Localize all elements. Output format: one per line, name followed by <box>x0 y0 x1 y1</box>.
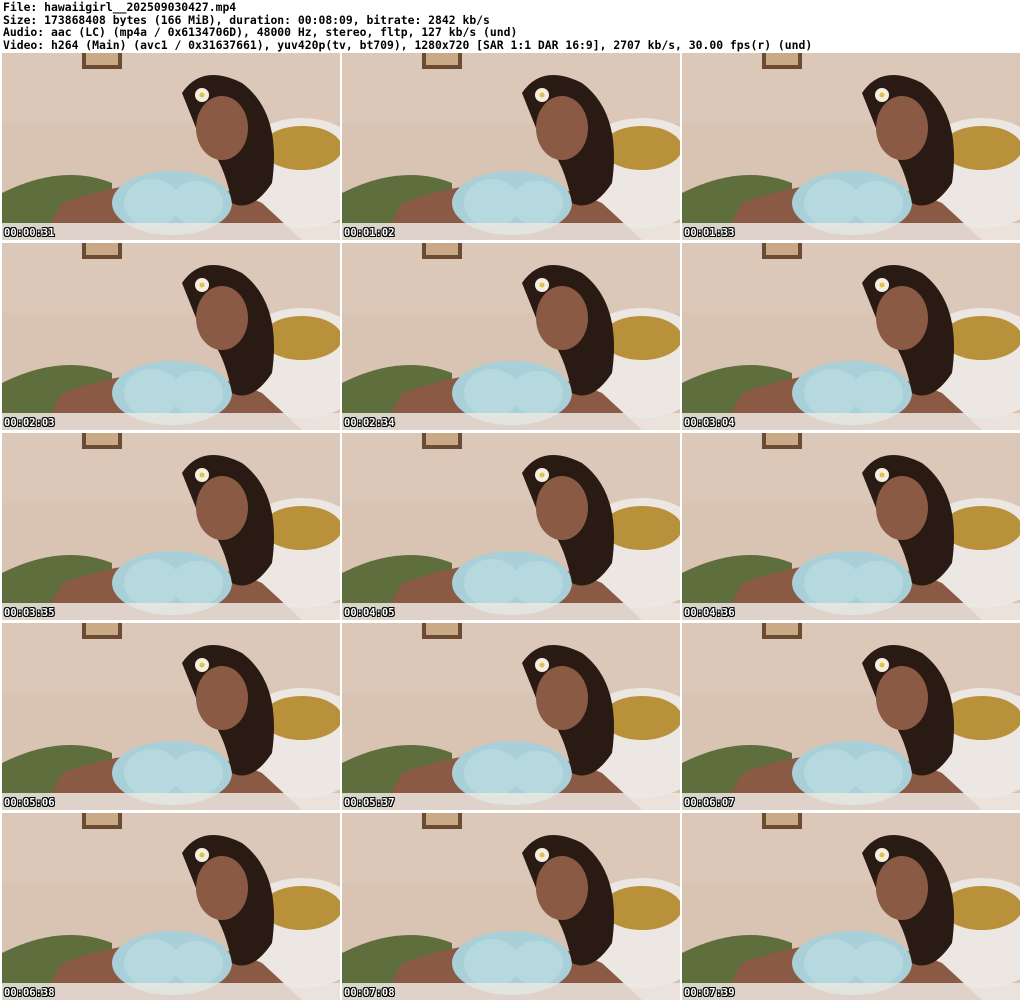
thumbnail-grid: 00:00:31 00:01:02 00:01:33 00:02:03 00:0… <box>2 53 1022 1001</box>
video-frame-icon <box>2 53 340 240</box>
video-thumbnail-11: 00:05:37 <box>342 623 680 810</box>
video-frame-icon <box>342 623 680 810</box>
thumbnail-timestamp: 00:01:02 <box>344 227 395 239</box>
thumbnail-timestamp: 00:07:08 <box>344 987 395 999</box>
video-thumbnail-12: 00:06:07 <box>682 623 1020 810</box>
file-size-line: Size: 173868408 bytes (166 MiB), duratio… <box>3 13 490 27</box>
video-frame-icon <box>342 53 680 240</box>
video-frame-icon <box>2 623 340 810</box>
thumbnail-timestamp: 00:04:05 <box>344 607 395 619</box>
thumbnail-timestamp: 00:05:37 <box>344 797 395 809</box>
thumbnail-timestamp: 00:06:07 <box>684 797 735 809</box>
video-frame-icon <box>342 433 680 620</box>
video-thumbnail-6: 00:03:04 <box>682 243 1020 430</box>
file-name-line: File: hawaiigirl__202509030427.mp4 <box>3 1 237 14</box>
thumbnail-timestamp: 00:02:03 <box>4 417 55 429</box>
video-frame-icon <box>682 53 1020 240</box>
video-thumbnail-13: 00:06:38 <box>2 813 340 1000</box>
video-frame-icon <box>342 813 680 1000</box>
thumbnail-timestamp: 00:03:04 <box>684 417 735 429</box>
video-thumbnail-3: 00:01:33 <box>682 53 1020 240</box>
audio-info-line: Audio: aac (LC) (mp4a / 0x6134706D), 480… <box>3 26 518 40</box>
video-frame-icon <box>682 433 1020 620</box>
thumbnail-timestamp: 00:03:35 <box>4 607 55 619</box>
video-frame-icon <box>2 243 340 430</box>
video-frame-icon <box>682 623 1020 810</box>
video-thumbnail-8: 00:04:05 <box>342 433 680 620</box>
video-frame-icon <box>2 433 340 620</box>
video-thumbnail-7: 00:03:35 <box>2 433 340 620</box>
video-frame-icon <box>682 813 1020 1000</box>
file-info-header: File: hawaiigirl__202509030427.mp4 Size:… <box>3 1 1021 53</box>
thumbnail-timestamp: 00:06:38 <box>4 987 55 999</box>
video-thumbnail-14: 00:07:08 <box>342 813 680 1000</box>
thumbnail-timestamp: 00:07:39 <box>684 987 735 999</box>
thumbnail-timestamp: 00:00:31 <box>4 227 55 239</box>
thumbnail-timestamp: 00:05:06 <box>4 797 55 809</box>
video-frame-icon <box>682 243 1020 430</box>
video-thumbnail-4: 00:02:03 <box>2 243 340 430</box>
video-thumbnail-2: 00:01:02 <box>342 53 680 240</box>
thumbnail-timestamp: 00:04:36 <box>684 607 735 619</box>
video-thumbnail-15: 00:07:39 <box>682 813 1020 1000</box>
video-frame-icon <box>342 243 680 430</box>
thumbnail-timestamp: 00:01:33 <box>684 227 735 239</box>
video-thumbnail-1: 00:00:31 <box>2 53 340 240</box>
video-thumbnail-5: 00:02:34 <box>342 243 680 430</box>
video-info-line: Video: h264 (Main) (avc1 / 0x31637661), … <box>3 39 813 52</box>
video-thumbnail-9: 00:04:36 <box>682 433 1020 620</box>
video-frame-icon <box>2 813 340 1000</box>
video-thumbnail-10: 00:05:06 <box>2 623 340 810</box>
thumbnail-timestamp: 00:02:34 <box>344 417 395 429</box>
